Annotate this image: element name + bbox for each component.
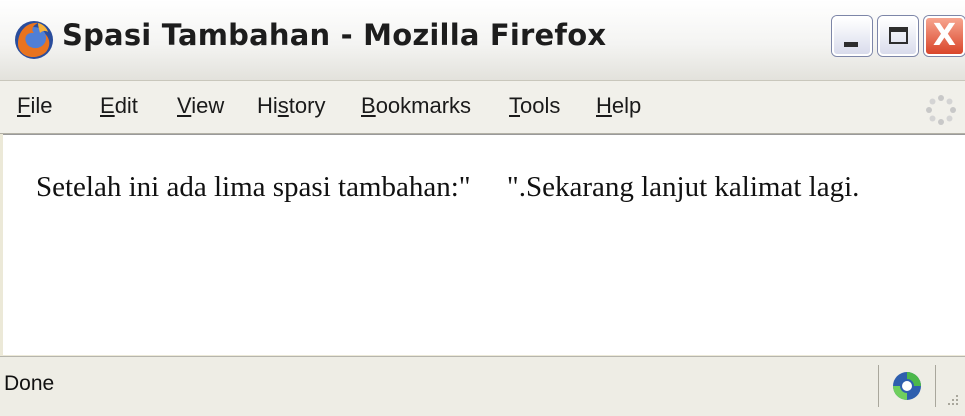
throbber-icon bbox=[926, 95, 956, 125]
menu-bookmarks[interactable]: Bookmarks bbox=[361, 93, 471, 119]
menu-bookmarks-post: ookmarks bbox=[375, 93, 472, 118]
menu-tools-post: ools bbox=[520, 93, 561, 118]
network-status-icon[interactable] bbox=[890, 369, 924, 403]
menu-edit-mnemonic: E bbox=[100, 93, 115, 118]
title-bar[interactable]: Spasi Tambahan - Mozilla Firefox X bbox=[0, 0, 965, 81]
menu-help[interactable]: Help bbox=[596, 93, 641, 119]
page-text: Setelah ini ada lima spasi tambahan:" ".… bbox=[36, 171, 860, 203]
status-divider bbox=[935, 365, 936, 407]
close-button[interactable]: X bbox=[924, 16, 965, 56]
status-text: Done bbox=[4, 372, 55, 395]
menu-history-pre: Hi bbox=[257, 93, 278, 118]
menu-file[interactable]: File bbox=[17, 93, 52, 119]
browser-window: Spasi Tambahan - Mozilla Firefox X File … bbox=[0, 0, 965, 416]
window-title: Spasi Tambahan - Mozilla Firefox bbox=[62, 18, 607, 52]
page-content[interactable]: Setelah ini ada lima spasi tambahan:" ".… bbox=[3, 134, 965, 355]
menu-view-mnemonic: V bbox=[177, 93, 192, 118]
menu-tools-mnemonic: T bbox=[509, 93, 520, 118]
menu-help-post: elp bbox=[611, 93, 642, 118]
menu-help-mnemonic: H bbox=[596, 93, 612, 118]
resize-grip-icon[interactable] bbox=[944, 391, 960, 407]
firefox-icon bbox=[15, 21, 53, 59]
menu-file-mnemonic: F bbox=[17, 93, 31, 118]
close-icon: X bbox=[932, 18, 957, 53]
menu-bar: File Edit View History Bookmarks Tools H… bbox=[0, 81, 965, 134]
minimize-button[interactable] bbox=[832, 16, 872, 56]
maximize-button[interactable] bbox=[878, 16, 918, 56]
menu-tools[interactable]: Tools bbox=[509, 93, 560, 119]
menu-file-post: ile bbox=[30, 93, 53, 118]
menu-bookmarks-mnemonic: B bbox=[361, 93, 376, 118]
menu-history-mnemonic: s bbox=[277, 93, 289, 118]
menu-view[interactable]: View bbox=[177, 93, 224, 119]
menu-history[interactable]: History bbox=[257, 93, 325, 119]
status-divider bbox=[878, 365, 879, 407]
status-bar: Done bbox=[0, 356, 965, 416]
menu-edit[interactable]: Edit bbox=[100, 93, 138, 119]
menu-edit-post: dit bbox=[114, 93, 138, 118]
menu-history-post: tory bbox=[288, 93, 326, 118]
menu-view-post: iew bbox=[191, 93, 225, 118]
